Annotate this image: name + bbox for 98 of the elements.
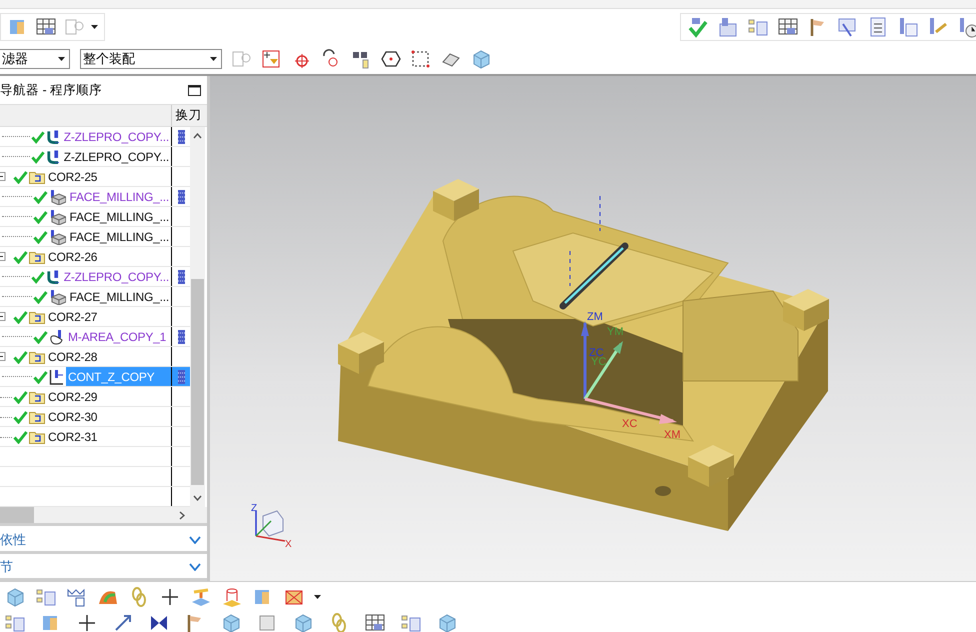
- corner-post-drawing: [688, 445, 734, 487]
- check-icon: [30, 130, 45, 144]
- caret-icon[interactable]: [314, 595, 321, 599]
- profile-tool-icon: [49, 368, 65, 384]
- program-group-item[interactable]: COR2-27: [46, 307, 100, 326]
- check-icon: [13, 310, 28, 324]
- maximize-icon[interactable]: [188, 84, 201, 96]
- axis-label: XM: [664, 429, 680, 441]
- vertical-scrollbar[interactable]: [190, 127, 205, 507]
- caret-icon[interactable]: [210, 57, 217, 61]
- collapse-icon[interactable]: [0, 352, 6, 361]
- check-icon: [30, 150, 45, 164]
- horizontal-scrollbar[interactable]: [0, 507, 207, 526]
- folder-icon: [29, 410, 45, 424]
- operation-item[interactable]: Z-ZLEPRO_COPY...: [62, 147, 171, 166]
- cylinder-icon[interactable]: [221, 586, 243, 608]
- axis-label: ZC: [589, 347, 604, 359]
- axis-label: YC: [591, 356, 606, 368]
- table-icon[interactable]: [35, 16, 57, 38]
- operation-item[interactable]: Z-ZLEPRO_COPY...: [62, 267, 171, 286]
- view-triad-drawing: [255, 510, 286, 542]
- operation-item[interactable]: Z-ZLEPRO_COPY...: [62, 127, 171, 146]
- caret-icon[interactable]: [91, 24, 98, 28]
- axis-label: X: [285, 539, 292, 550]
- column-header[interactable]: 换刀: [172, 105, 205, 126]
- table-icon[interactable]: [364, 612, 386, 632]
- check-icon: [32, 290, 48, 304]
- axis-label: Z: [251, 503, 258, 514]
- check-icon: [30, 270, 45, 284]
- check-icon[interactable]: [687, 16, 709, 38]
- block-tool-icon: [48, 288, 66, 304]
- corner-post-drawing: [783, 289, 829, 331]
- block-tool-icon: [48, 188, 66, 204]
- check-icon: [32, 210, 48, 224]
- chevron-down-icon[interactable]: [189, 563, 201, 572]
- axis-label: ZM: [587, 311, 603, 323]
- program-group-item[interactable]: COR2-31: [46, 427, 100, 446]
- axis-label: YM: [607, 326, 624, 338]
- navigator-title: 导航器 - 程序顺序: [0, 82, 102, 98]
- folder-icon: [29, 250, 45, 264]
- scope-filter-dropdown[interactable]: 整个装配: [80, 49, 222, 69]
- folder-icon: [29, 430, 45, 444]
- operation-item[interactable]: FACE_MILLING_...: [67, 287, 171, 306]
- card-icon[interactable]: [717, 16, 739, 38]
- scrollbar-thumb[interactable]: [191, 279, 204, 485]
- check-icon: [33, 370, 48, 384]
- check-icon: [32, 190, 48, 204]
- curve-tool-icon: [46, 148, 61, 164]
- graphics-viewport[interactable]: ZM YM ZC YC XC XM Z X: [210, 76, 976, 581]
- scroll-up-icon[interactable]: [193, 133, 202, 139]
- scroll-down-icon[interactable]: [193, 495, 202, 501]
- curve-tool-icon: [46, 128, 61, 144]
- scrollbar-thumb[interactable]: [0, 507, 34, 523]
- collapse-icon[interactable]: [0, 312, 6, 321]
- operation-item[interactable]: M-AREA_COPY_1: [66, 327, 168, 346]
- folder-icon: [29, 170, 45, 184]
- program-group-item[interactable]: COR2-29: [46, 387, 100, 406]
- corner-post-drawing: [338, 332, 384, 374]
- program-group-item[interactable]: COR2-28: [46, 347, 100, 366]
- clock-icon[interactable]: [957, 16, 976, 38]
- block-tool-icon: [48, 228, 66, 244]
- funnel-icon[interactable]: [260, 48, 282, 70]
- outline-tool-icon: [49, 328, 65, 344]
- table-icon[interactable]: [777, 16, 799, 38]
- dashed-square-icon[interactable]: [410, 48, 432, 70]
- type-filter-dropdown[interactable]: 滤器: [0, 49, 70, 69]
- check-icon: [13, 350, 28, 364]
- program-group-item[interactable]: COR2-26: [46, 247, 100, 266]
- operation-item[interactable]: FACE_MILLING_...: [67, 187, 171, 206]
- caret-icon[interactable]: [58, 57, 65, 61]
- folder-icon: [29, 310, 45, 324]
- check-icon: [13, 250, 28, 264]
- check-icon: [13, 410, 28, 424]
- lift-icon[interactable]: [190, 586, 212, 608]
- operation-item[interactable]: FACE_MILLING_...: [67, 227, 171, 246]
- check-icon: [13, 430, 28, 444]
- collapse-icon[interactable]: [0, 172, 6, 181]
- folder-icon: [29, 390, 45, 404]
- program-group-item[interactable]: COR2-25: [46, 167, 100, 186]
- check-icon: [13, 170, 28, 184]
- curve-tool-icon: [46, 268, 61, 284]
- y-axis-arrow: [584, 341, 623, 400]
- scroll-right-icon[interactable]: [179, 510, 185, 520]
- check-icon: [32, 230, 48, 244]
- program-group-item[interactable]: COR2-30: [46, 407, 100, 426]
- plus-icon[interactable]: [76, 612, 98, 632]
- block-tool-icon: [48, 208, 66, 224]
- operation-item[interactable]: FACE_MILLING_...: [67, 207, 171, 226]
- list-icon[interactable]: [897, 16, 919, 38]
- collapse-icon[interactable]: [0, 252, 6, 261]
- section-header[interactable]: 依性: [0, 529, 207, 554]
- check-icon: [13, 390, 28, 404]
- folder-icon: [29, 350, 45, 364]
- plus-icon[interactable]: [159, 586, 181, 608]
- axis-label: XC: [622, 418, 638, 430]
- chevron-down-icon[interactable]: [189, 536, 201, 544]
- corner-post-drawing: [433, 179, 479, 221]
- check-icon: [33, 330, 48, 344]
